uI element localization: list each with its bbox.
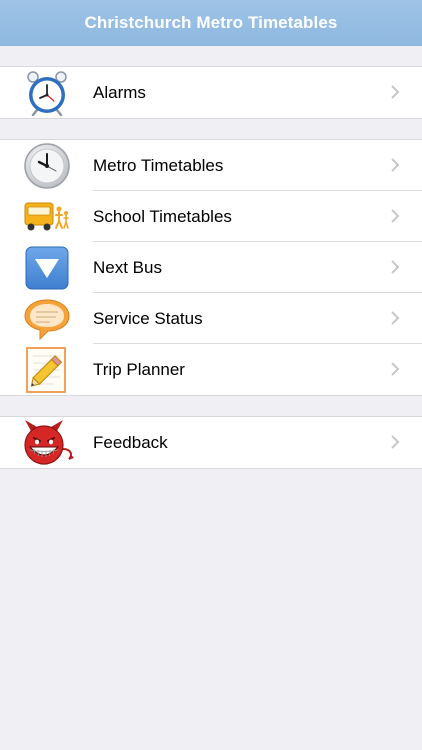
- next-bus-label: Next Bus: [93, 242, 422, 293]
- school-timetables-label: School Timetables: [93, 191, 422, 242]
- nav-bar: Christchurch Metro Timetables: [0, 0, 422, 46]
- alarms-label: Alarms: [93, 83, 146, 102]
- chevron-right-icon: [391, 435, 400, 449]
- feedback-row[interactable]: Feedback: [0, 417, 422, 468]
- section-spacer: [0, 119, 422, 139]
- school-timetables-row[interactable]: School Timetables: [0, 191, 422, 242]
- alarm-clock-icon: [0, 67, 93, 118]
- timetables-group: Metro Timetables School Timetables Next …: [0, 139, 422, 396]
- section-spacer: [0, 396, 422, 416]
- feedback-label: Feedback: [93, 433, 168, 452]
- clock-icon: [0, 140, 93, 191]
- school-bus-icon: [0, 191, 93, 242]
- chevron-right-icon: [391, 85, 400, 99]
- devil-face-icon: [0, 417, 93, 468]
- page-title: Christchurch Metro Timetables: [84, 13, 338, 32]
- metro-timetables-row[interactable]: Metro Timetables: [0, 140, 422, 191]
- metro-timetables-label: Metro Timetables: [93, 140, 422, 191]
- chevron-right-icon: [391, 362, 400, 376]
- chevron-right-icon: [391, 311, 400, 325]
- alarms-group: Alarms: [0, 66, 422, 119]
- feedback-group: Feedback: [0, 416, 422, 469]
- section-spacer: [0, 46, 422, 66]
- speech-bubble-icon: [0, 293, 93, 344]
- notepad-pencil-icon: [0, 344, 93, 395]
- trip-planner-label: Trip Planner: [93, 360, 185, 379]
- chevron-right-icon: [391, 209, 400, 223]
- alarms-row[interactable]: Alarms: [0, 67, 422, 118]
- trip-planner-row[interactable]: Trip Planner: [0, 344, 422, 395]
- chevron-right-icon: [391, 158, 400, 172]
- chevron-right-icon: [391, 260, 400, 274]
- next-bus-row[interactable]: Next Bus: [0, 242, 422, 293]
- service-status-row[interactable]: Service Status: [0, 293, 422, 344]
- down-triangle-icon: [0, 242, 93, 293]
- service-status-label: Service Status: [93, 293, 422, 344]
